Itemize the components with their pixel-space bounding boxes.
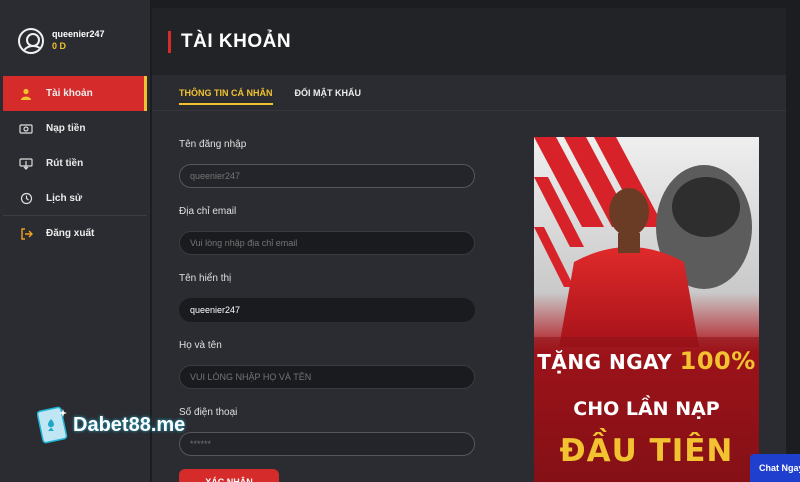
profile-form-fields: Tên đăng nhập Địa chỉ email Tên hiển thị… (179, 136, 476, 471)
email-input[interactable] (179, 231, 475, 255)
sidebar-item-account[interactable]: Tài khoản (3, 76, 147, 111)
tab-bar: THÔNG TIN CÁ NHÂN ĐỔI MẬT KHẨU (152, 75, 786, 111)
history-icon (19, 191, 33, 205)
sidebar-item-logout[interactable]: Đăng xuất (3, 216, 147, 251)
watermark-logo: Dabet88.me (37, 405, 185, 445)
user-icon (19, 87, 33, 101)
user-panel: queenier247 0 D (18, 28, 105, 54)
field-full-name: Họ và tên (179, 338, 476, 404)
sidebar-item-withdraw[interactable]: Rút tiền (3, 146, 147, 181)
tab-personal-info[interactable]: THÔNG TIN CÁ NHÂN (179, 75, 273, 111)
sidebar-item-label: Đăng xuất (46, 228, 95, 239)
sidebar-item-history[interactable]: Lịch sử (3, 181, 147, 216)
promo-line-2: CHO LẦN NẠP (573, 398, 720, 420)
field-phone: Số điện thoại (179, 405, 476, 471)
banner-artwork (534, 137, 759, 482)
logout-icon (19, 227, 33, 241)
playing-card-icon (37, 406, 68, 444)
phone-input[interactable] (179, 432, 475, 456)
page-title: TÀI KHOẢN (181, 30, 292, 52)
sidebar-item-label: Nạp tiền (46, 123, 86, 134)
sidebar-item-label: Tài khoản (46, 88, 93, 99)
sidebar-item-label: Rút tiền (46, 158, 84, 169)
field-email: Địa chỉ email (179, 204, 476, 270)
sidebar-item-label: Lịch sử (46, 192, 83, 204)
page-header: TÀI KHOẢN (152, 8, 786, 75)
promo-line-1: TẶNG NGAY 100% (537, 347, 756, 375)
chat-button[interactable]: Chat Ngay (750, 454, 800, 482)
field-username: Tên đăng nhập (179, 137, 476, 203)
field-display-name: Tên hiển thị (179, 271, 476, 337)
field-label: Tên hiển thị (179, 273, 232, 284)
title-accent (168, 30, 171, 53)
display-name-input[interactable] (179, 298, 475, 322)
field-label: Địa chỉ email (179, 206, 237, 217)
field-label: Họ và tên (179, 340, 222, 351)
watermark-text: Dabet88.me (73, 413, 186, 436)
withdraw-icon (19, 157, 33, 171)
username: queenier247 (52, 29, 105, 39)
deposit-icon (19, 122, 33, 136)
field-label: Số điện thoại (179, 407, 238, 418)
avatar-icon (18, 28, 44, 54)
sidebar-menu: Tài khoản Nạp tiền Rút tiền Lịch sử Đăng… (3, 76, 147, 251)
promo-line-3: ĐẦU TIÊN (559, 433, 734, 469)
promo-banner[interactable]: TẶNG NGAY 100% CHO LẦN NẠP ĐẦU TIÊN (534, 137, 759, 482)
sidebar-item-deposit[interactable]: Nạp tiền (3, 111, 147, 146)
tab-change-password[interactable]: ĐỔI MẬT KHẨU (295, 75, 362, 111)
field-label: Tên đăng nhập (179, 139, 247, 150)
submit-button[interactable]: XÁC NHẬN (179, 469, 279, 482)
full-name-input[interactable] (179, 365, 475, 389)
username-input[interactable] (179, 164, 475, 188)
balance: 0 D (52, 41, 67, 51)
